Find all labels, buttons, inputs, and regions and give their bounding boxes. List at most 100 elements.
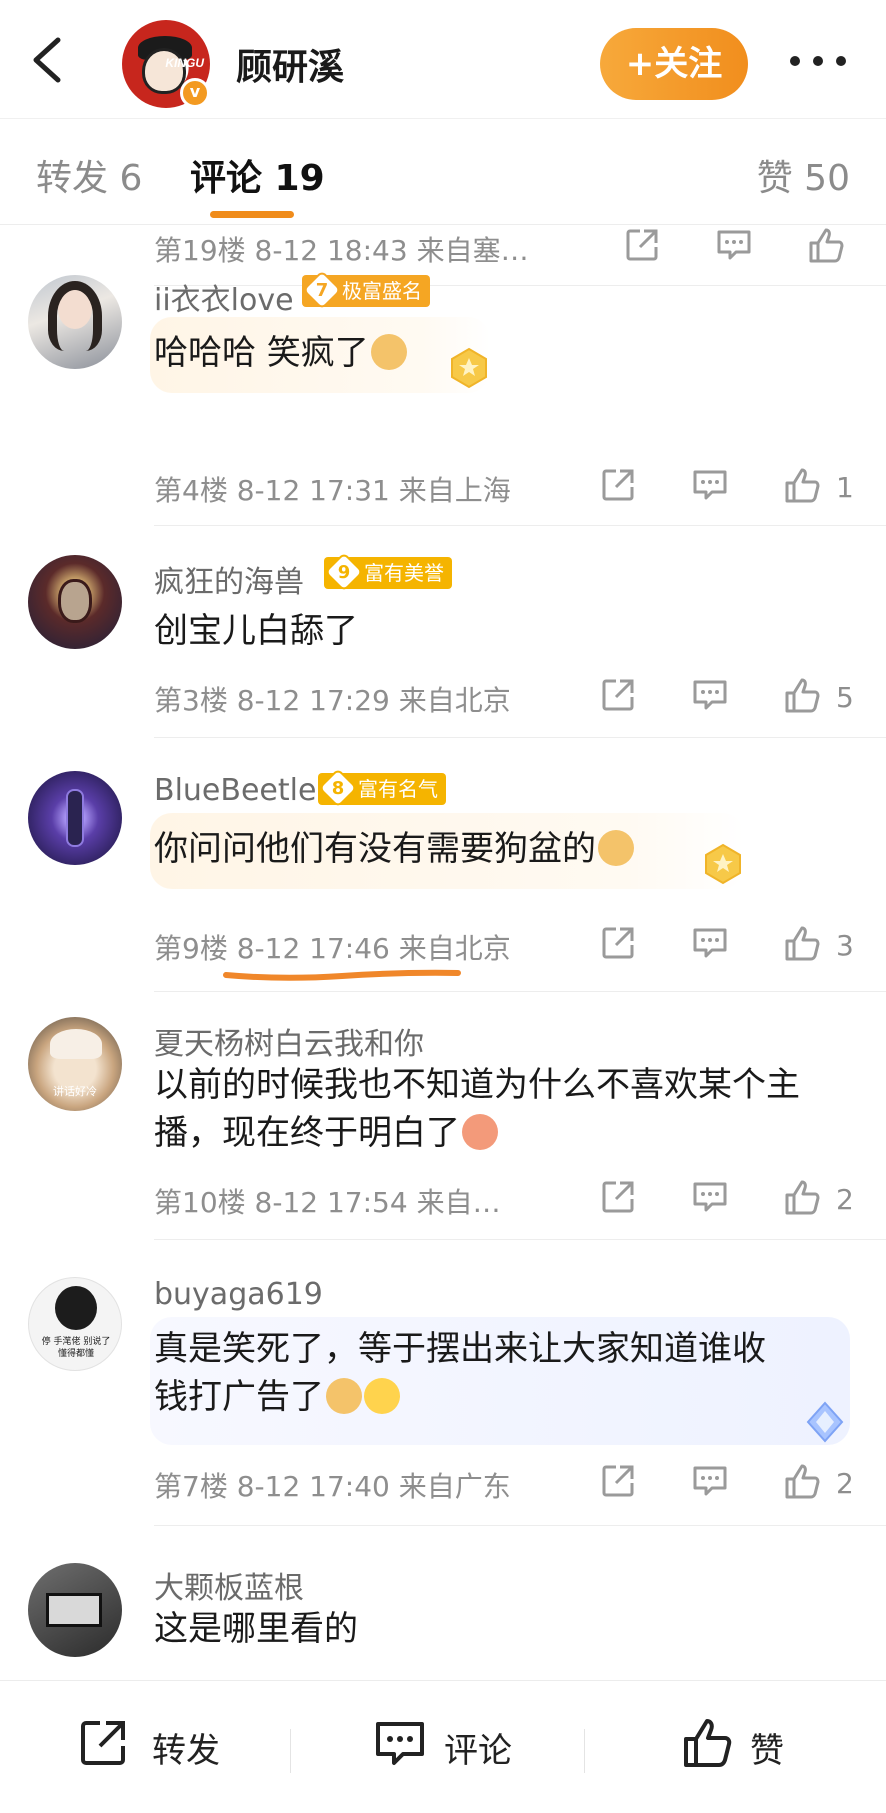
more-options-icon[interactable] xyxy=(790,50,846,70)
commenter-name[interactable]: 疯狂的海兽 xyxy=(154,557,304,601)
comment-meta: 第3楼 8-12 17:29 来自北京 xyxy=(154,684,511,717)
like-icon[interactable] xyxy=(782,923,822,967)
commenter-avatar[interactable] xyxy=(28,1563,122,1657)
share-icon[interactable] xyxy=(598,1461,638,1505)
share-icon[interactable] xyxy=(598,1177,638,1221)
active-tab-indicator xyxy=(210,211,294,218)
comment-meta-row: 第3楼 8-12 17:29 来自北京 5 xyxy=(154,675,854,719)
commenter-name[interactable]: 夏天杨树白云我和你 xyxy=(154,1019,424,1063)
like-icon[interactable] xyxy=(782,1461,822,1505)
share-icon[interactable] xyxy=(598,465,638,509)
star-decoration-icon xyxy=(444,343,494,393)
divider xyxy=(584,1729,585,1773)
back-arrow-icon[interactable] xyxy=(24,30,74,90)
comment-list[interactable]: 第19楼 8-12 18:43 来自塞… ii衣衣love 7 极富盛名 哈哈哈… xyxy=(0,225,886,1680)
reply-icon[interactable] xyxy=(690,1461,730,1505)
commenter-name[interactable]: 大颗板蓝根 xyxy=(154,1563,304,1607)
like-count: 5 xyxy=(836,681,854,714)
avatar-logo-text: KINGU xyxy=(165,56,204,70)
fan-level-badge: 8 富有名气 xyxy=(318,768,446,808)
comment-text-line: 真是笑死了，等于摆出来让大家知道谁收 xyxy=(154,1329,766,1369)
comment-meta-row: 第10楼 8-12 17:54 来自… 2 xyxy=(154,1177,854,1221)
comment-text-content: 哈哈哈 笑疯了 xyxy=(154,333,369,373)
badge-label: 富有名气 xyxy=(358,777,438,801)
reply-icon[interactable] xyxy=(690,465,730,509)
thumbs-up-emoji-icon xyxy=(326,1378,362,1414)
comment-text-line: 以前的时候我也不知道为什么不喜欢某个主 xyxy=(154,1065,800,1105)
comment-text-content: 播，现在终于明白了 xyxy=(154,1113,460,1153)
laugh-cry-emoji-icon xyxy=(364,1378,400,1414)
badge-level: 8 xyxy=(331,778,345,799)
doge-emoji-icon xyxy=(370,334,407,370)
commenter-name[interactable]: BlueBeetle xyxy=(154,773,316,808)
commenter-name[interactable]: ii衣衣love xyxy=(154,275,294,319)
share-icon[interactable] xyxy=(598,675,638,719)
commenter-avatar[interactable] xyxy=(28,771,122,865)
reply-icon[interactable] xyxy=(714,225,754,269)
divider xyxy=(290,1729,291,1773)
tab-like[interactable]: 赞 50 xyxy=(757,149,850,201)
like-count: 1 xyxy=(836,471,854,504)
tab-bar: 转发 6 评论 19 赞 50 xyxy=(0,118,886,224)
badge-level: 7 xyxy=(315,280,329,301)
avatar-caption-line: 懂得都懂 xyxy=(57,1349,94,1359)
share-icon[interactable] xyxy=(622,225,662,269)
comment-meta-row: 第7楼 8-12 17:40 来自广东 2 xyxy=(154,1461,854,1505)
share-icon[interactable] xyxy=(598,923,638,967)
avatar-face xyxy=(142,48,186,94)
follow-button[interactable]: +关注 xyxy=(600,28,748,100)
author-name[interactable]: 顾研溪 xyxy=(236,38,344,90)
orange-underline-annotation xyxy=(223,969,461,981)
reply-icon[interactable] xyxy=(690,1177,730,1221)
comment-meta-row: 第9楼 8-12 17:46 来自北京 3 xyxy=(154,923,854,967)
avatar-caption: 讲话好冷 xyxy=(53,1085,97,1098)
bottom-action-bar: 转发 评论 赞 xyxy=(0,1680,886,1813)
comment-meta-row: 第4楼 8-12 17:31 来自上海 1 xyxy=(154,465,854,509)
comment-meta: 第7楼 8-12 17:40 来自广东 xyxy=(154,1470,511,1503)
tab-repost[interactable]: 转发 6 xyxy=(36,149,142,201)
comment-text-content: 你问问他们有没有需要狗盆的 xyxy=(154,829,596,869)
reply-icon[interactable] xyxy=(690,923,730,967)
commenter-name[interactable]: buyaga619 xyxy=(154,1277,323,1312)
like-icon[interactable] xyxy=(782,465,822,509)
comment-text-content: 钱打广告了 xyxy=(154,1377,324,1417)
verified-icon: v xyxy=(180,78,210,108)
row-separator xyxy=(154,991,886,992)
commenter-avatar[interactable] xyxy=(28,275,122,369)
tab-comment[interactable]: 评论 19 xyxy=(190,149,325,201)
commenter-avatar[interactable]: 停 手滗佬 别说了 懂得都懂 xyxy=(28,1277,122,1371)
comment-text: 播，现在终于明白了 xyxy=(154,1109,498,1157)
comment-meta-row: 第19楼 8-12 18:43 来自塞… xyxy=(154,225,854,269)
avatar-monitor xyxy=(46,1593,102,1627)
row-separator xyxy=(154,525,886,526)
badge-level: 9 xyxy=(337,562,351,583)
doge-emoji-icon xyxy=(598,830,634,866)
like-label: 赞 xyxy=(750,1731,784,1771)
comment-meta: 第4楼 8-12 17:31 来自上海 xyxy=(154,474,511,507)
like-icon[interactable] xyxy=(806,225,846,269)
row-separator xyxy=(154,1239,886,1240)
repost-button[interactable]: 转发 xyxy=(76,1715,220,1775)
comment-text: 你问问他们有没有需要狗盆的 xyxy=(154,825,634,873)
avatar-face xyxy=(58,579,92,623)
comment-icon xyxy=(376,1722,424,1765)
like-count: 3 xyxy=(836,929,854,962)
top-header: KINGU v 顾研溪 +关注 xyxy=(0,0,886,118)
like-icon[interactable] xyxy=(782,1177,822,1221)
like-icon[interactable] xyxy=(782,675,822,719)
comment-meta: 第9楼 8-12 17:46 来自北京 xyxy=(154,932,511,965)
row-separator xyxy=(154,1525,886,1526)
fan-level-badge: 9 富有美誉 xyxy=(324,552,452,592)
commenter-avatar[interactable]: 讲话好冷 xyxy=(28,1017,122,1111)
avatar-face xyxy=(55,1286,97,1330)
avatar-caption-line: 停 手滗佬 别说了 xyxy=(41,1337,111,1347)
like-count: 2 xyxy=(836,1467,854,1500)
comment-button[interactable]: 评论 xyxy=(372,1715,512,1775)
comment-text: 创宝儿白舔了 xyxy=(154,611,358,651)
laughing-emoji-icon xyxy=(462,1114,498,1150)
commenter-avatar[interactable] xyxy=(28,555,122,649)
comment-text: 哈哈哈 笑疯了 xyxy=(154,329,407,377)
reply-icon[interactable] xyxy=(690,675,730,719)
like-button[interactable]: 赞 xyxy=(680,1715,800,1775)
diamond-decoration-icon xyxy=(800,1397,850,1447)
